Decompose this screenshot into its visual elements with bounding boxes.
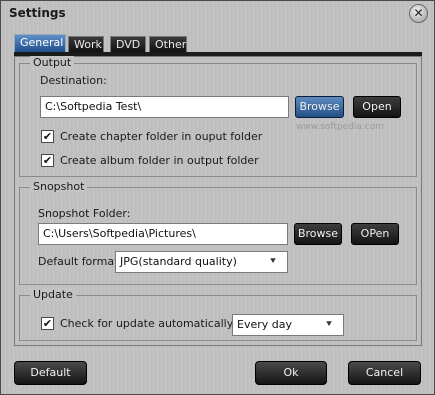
update-frequency-dropdown[interactable]: Every day ⯆ [232, 314, 344, 336]
destination-label: Destination: [40, 74, 107, 87]
window-title: Settings [9, 6, 66, 20]
output-legend: Output [30, 56, 75, 69]
ok-button[interactable]: Ok [255, 361, 327, 385]
snapshot-group: Snopshot Snopshot Folder: C:\Users\Softp… [19, 180, 417, 285]
album-folder-label: Create album folder in output folder [60, 154, 259, 167]
tab-dvd[interactable]: DVD [110, 36, 146, 52]
output-group: Output Destination: C:\Softpedia Test\ B… [19, 56, 417, 177]
tab-work[interactable]: Work [68, 36, 104, 52]
auto-update-checkbox[interactable]: ✔ [41, 317, 54, 330]
output-browse-button[interactable]: Browse [295, 96, 344, 118]
destination-field[interactable]: C:\Softpedia Test\ [40, 96, 289, 118]
snapshot-browse-button[interactable]: Browse [294, 223, 342, 245]
default-format-dropdown[interactable]: JPG(standard quality) ⯆ [115, 251, 288, 273]
update-legend: Update [30, 288, 76, 301]
title-bar: Settings ✕ [1, 1, 434, 25]
chapter-folder-label: Create chapter folder in ouput folder [60, 130, 263, 143]
output-open-button[interactable]: Open [353, 96, 401, 118]
chapter-folder-checkbox[interactable]: ✔ [41, 130, 54, 143]
close-icon[interactable]: ✕ [409, 4, 428, 23]
default-format-label: Default format: [38, 255, 123, 268]
dropdown-arrow-icon: ⯆ [325, 319, 333, 330]
default-button[interactable]: Default [14, 361, 87, 385]
album-folder-checkbox[interactable]: ✔ [41, 154, 54, 167]
dropdown-arrow-icon: ⯆ [269, 256, 277, 267]
snapshot-open-button[interactable]: OPen [351, 223, 399, 245]
cancel-button[interactable]: Cancel [348, 361, 421, 385]
auto-update-label: Check for update automatically [60, 317, 234, 330]
tab-other[interactable]: Other [149, 36, 187, 52]
update-frequency-value: Every day [237, 318, 292, 331]
default-format-value: JPG(standard quality) [120, 255, 237, 268]
snapshot-legend: Snopshot [30, 180, 88, 193]
tab-general[interactable]: General [14, 34, 66, 52]
settings-window: Settings ✕ General Work DVD Other Output… [0, 0, 435, 395]
snapshot-folder-label: Snopshot Folder: [38, 207, 131, 220]
watermark-text: www.softpedia.com [296, 122, 384, 132]
update-group: Update ✔ Check for update automatically … [19, 288, 417, 341]
general-panel: Output Destination: C:\Softpedia Test\ B… [14, 56, 422, 346]
snapshot-folder-field[interactable]: C:\Users\Softpedia\Pictures\ [38, 223, 288, 245]
